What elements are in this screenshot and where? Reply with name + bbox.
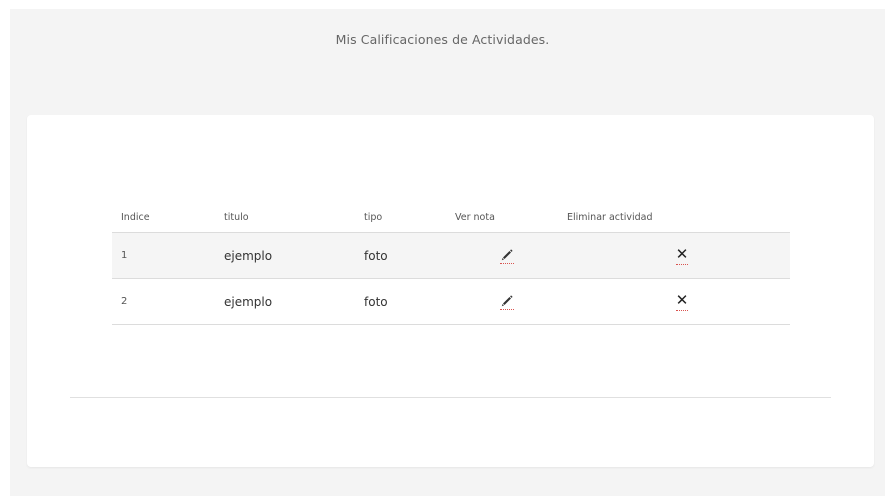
- eliminar-actividad-button[interactable]: ✕: [675, 244, 689, 265]
- eliminar-actividad-button[interactable]: ✕: [675, 290, 689, 311]
- ver-nota-cell: [482, 233, 532, 278]
- header-eliminar-actividad: Eliminar actividad: [567, 211, 653, 223]
- pencil-icon: [501, 249, 513, 261]
- ver-nota-cell: [482, 279, 532, 324]
- divider: [70, 397, 831, 398]
- table-row: 2 ejemplo foto ✕: [112, 279, 790, 325]
- pencil-icon: [501, 295, 513, 307]
- header-ver-nota: Ver nota: [455, 211, 495, 223]
- grades-table: Indice titulo tipo Ver nota Eliminar act…: [112, 202, 790, 325]
- header-titulo: titulo: [224, 211, 249, 223]
- eliminar-cell: ✕: [657, 279, 707, 324]
- grades-card: Indice titulo tipo Ver nota Eliminar act…: [27, 115, 874, 467]
- close-icon: ✕: [675, 244, 689, 263]
- row-indice: 1: [121, 250, 128, 261]
- ver-nota-button[interactable]: [500, 293, 514, 310]
- row-titulo: ejemplo: [224, 248, 273, 263]
- row-titulo: ejemplo: [224, 294, 273, 309]
- ver-nota-button[interactable]: [500, 247, 514, 264]
- row-tipo: foto: [364, 248, 388, 263]
- header-indice: Indice: [121, 211, 150, 223]
- table-row: 1 ejemplo foto ✕: [112, 233, 790, 279]
- table-header: Indice titulo tipo Ver nota Eliminar act…: [112, 202, 790, 233]
- header-tipo: tipo: [364, 211, 383, 223]
- page-title: Mis Calificaciones de Actividades.: [335, 32, 550, 47]
- row-indice: 2: [121, 296, 128, 307]
- eliminar-cell: ✕: [657, 233, 707, 278]
- row-tipo: foto: [364, 294, 388, 309]
- close-icon: ✕: [675, 290, 689, 309]
